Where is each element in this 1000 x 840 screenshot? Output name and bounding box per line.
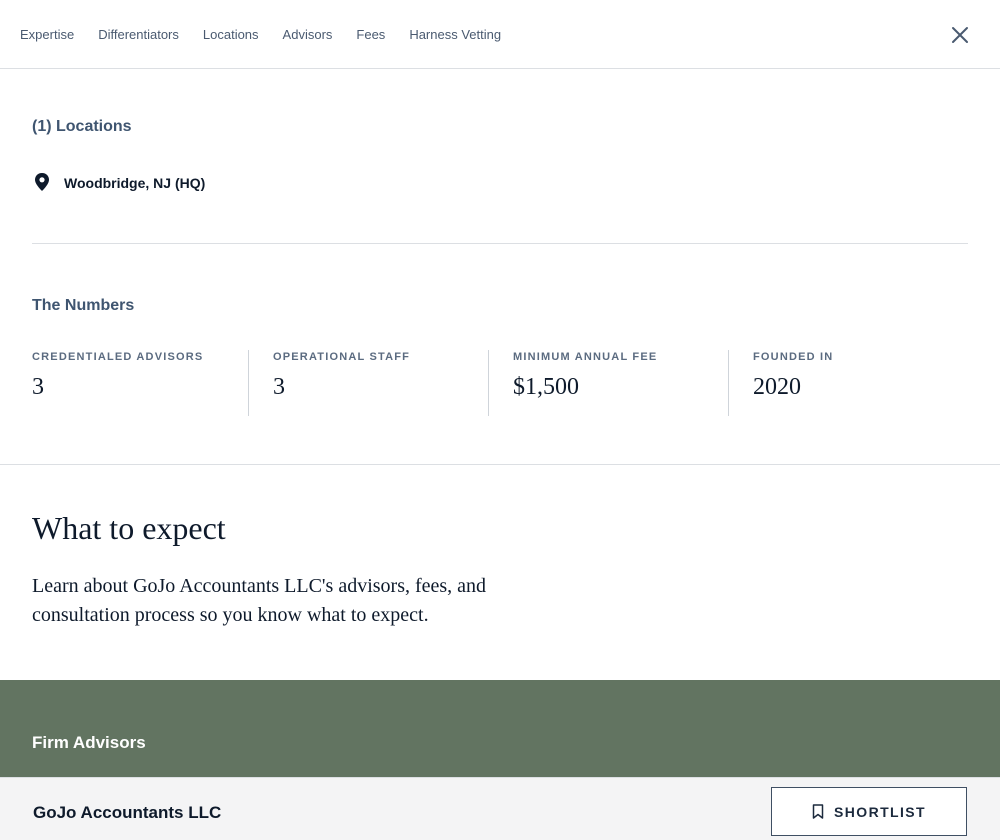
tab-advisors[interactable]: Advisors [283,26,333,43]
firm-advisors-section: Firm Advisors [0,680,1000,780]
stat-value: 3 [32,374,44,400]
shortlist-button[interactable]: SHORTLIST [771,787,967,836]
section-divider [0,464,1000,465]
stat-label: MINIMUM ANNUAL FEE [512,351,658,363]
stat-value: 2020 [753,374,801,400]
tab-expertise[interactable]: Expertise [20,26,74,43]
stat-label: OPERATIONAL STAFF [272,351,411,363]
stat-value: $1,500 [512,374,579,400]
stat-value: 3 [272,374,285,400]
location-name: Woodbridge, NJ (HQ) [64,175,206,191]
tab-fees[interactable]: Fees [356,26,385,43]
expect-heading: What to expect [32,510,226,546]
map-pin-icon [35,173,49,191]
top-nav: Expertise Differentiators Locations Advi… [0,0,1000,69]
tab-harness-vetting[interactable]: Harness Vetting [409,26,501,43]
numbers-heading: The Numbers [32,297,135,314]
stats-row: CREDENTIALED ADVISORS 3 OPERATIONAL STAF… [32,350,968,416]
stat-operational-staff: OPERATIONAL STAFF 3 [247,350,488,416]
stat-credentialed-advisors: CREDENTIALED ADVISORS 3 [32,350,248,416]
bookmark-icon [812,804,824,819]
shortlist-label: SHORTLIST [834,803,926,820]
close-icon [952,27,968,43]
stat-label: CREDENTIALED ADVISORS [32,351,204,363]
stat-minimum-annual-fee: MINIMUM ANNUAL FEE $1,500 [487,350,728,416]
locations-heading: (1) Locations [32,118,132,135]
close-button[interactable] [948,23,972,47]
section-divider [32,243,968,244]
stat-label: FOUNDED IN [753,351,834,363]
firm-advisors-heading: Firm Advisors [32,733,146,752]
tab-locations[interactable]: Locations [203,26,259,43]
firm-name: GoJo Accountants LLC [33,803,222,822]
expect-description: Learn about GoJo Accountants LLC's advis… [32,575,487,626]
tab-differentiators[interactable]: Differentiators [98,26,179,43]
section-tabs: Expertise Differentiators Locations Advi… [20,26,525,43]
stat-founded-in: FOUNDED IN 2020 [728,350,968,416]
location-item: Woodbridge, NJ (HQ) [32,172,205,194]
bottom-action-bar: GoJo Accountants LLC SHORTLIST [0,777,1000,840]
